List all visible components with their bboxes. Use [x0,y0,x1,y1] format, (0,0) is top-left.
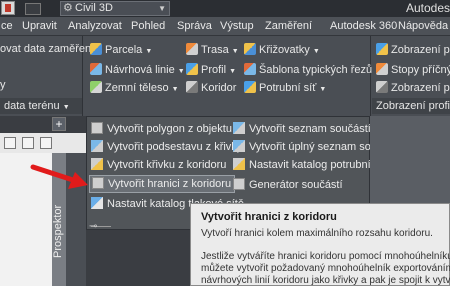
tab-upravit[interactable]: Upravit [22,20,57,32]
gear-icon: ⚙ [63,2,73,14]
section-view-button[interactable]: Zobrazení p [376,81,450,95]
tooltip-detail-line: návrhových linií koridoru jako křivky a … [201,275,450,286]
sablona-button[interactable]: Šablona typických řezů ▼ [244,63,382,78]
create-subassembly-from-polyline[interactable]: Vytvořit podsestavu z křivky [91,140,242,154]
workspace-label: Civil 3D [75,2,113,14]
intersection-icon [244,43,256,55]
corridor-icon [186,81,198,93]
chevron-down-icon: ▼ [177,68,185,75]
command-tooltip: Vytvořit hranici z koridoru Vytvoří hran… [190,203,450,286]
pipe-catalog-icon [233,158,245,170]
tab-napoveda[interactable]: Nápověda [398,20,448,32]
quick-access-icon[interactable] [25,3,41,15]
chevron-down-icon: ▼ [62,104,70,111]
polyline-icon [91,158,103,170]
toolbar-icon[interactable] [4,137,16,149]
tooltip-detail-line: můžete vytvořit požadovaný mnohoúhelník … [201,263,450,274]
create-polygon-from-object[interactable]: Vytvořit polygon z objektu [91,122,232,136]
grading-icon [90,81,102,93]
pressure-catalog-icon [91,197,103,209]
tab-sprava[interactable]: Správa [177,20,212,32]
survey-data-button[interactable]: ovat data zaměření [0,43,94,56]
tab-analyzovat[interactable]: Analyzovat [68,20,122,32]
polygon-icon [91,122,103,134]
tooltip-detail-line: Jestliže vytváříte hranici koridoru pomo… [201,251,450,262]
part-builder[interactable]: Generátor součástí [233,178,343,192]
set-pipe-network-catalog[interactable]: Nastavit katalog potrubní sítě [233,158,391,172]
ribbon-col1-item[interactable]: y [0,79,6,92]
create-polyline-from-corridor[interactable]: Vytvořit křivku z koridoru [91,158,226,172]
profile-view-icon [376,43,388,55]
tooltip-title: Vytvořit hranici z koridoru [201,211,337,223]
tab-autodesk360[interactable]: Autodesk 360 [330,20,397,32]
chevron-down-icon: ▼ [312,48,320,55]
zemni-teleso-button[interactable]: Zemní těleso ▼ [90,81,179,96]
title-bar: ⚙ Civil 3D ▼ Autodes [0,0,450,17]
workspace-dropdown[interactable]: ⚙ Civil 3D ▼ [60,1,170,16]
boundary-icon [92,177,104,189]
create-parts-list[interactable]: Vytvořit seznam součástí sítě [233,122,392,136]
trasa-button[interactable]: Trasa ▼ [186,43,239,58]
subassembly-icon [91,140,103,152]
parcel-icon [90,43,102,55]
drawing-tab-strip [0,116,86,133]
panel-title-terrain[interactable]: data terénu ▼ [0,98,82,114]
app-title: Autodes [406,1,450,15]
tab-zamereni[interactable]: Zaměření [265,20,312,32]
full-parts-list-icon [233,140,245,152]
toolbar-icon[interactable] [22,137,34,149]
app-logo-icon[interactable] [1,1,15,15]
profile-icon [186,63,198,75]
chevron-down-icon: ▼ [231,48,239,55]
right-canvas-area [370,116,450,203]
part-builder-icon [233,178,245,190]
sample-line-icon [376,63,388,75]
toolspace-tree [0,153,52,286]
section-view-icon [376,81,388,93]
parcela-button[interactable]: Parcela ▼ [90,43,152,58]
tab-pohled[interactable]: Pohled [131,20,165,32]
toolbar-icon[interactable] [40,137,52,149]
krizovatky-button[interactable]: Křižovatky ▼ [244,43,320,58]
new-tab-button[interactable]: + [52,117,66,131]
chevron-down-icon: ▼ [145,48,153,55]
profil-button[interactable]: Profil ▼ [186,63,236,78]
assembly-icon [244,63,256,75]
potrubni-sit-button[interactable]: Potrubní síť ▼ [244,81,326,96]
koridor-button[interactable]: Koridor [186,81,236,95]
feature-line-icon [90,63,102,75]
ribbon-tab-bar: ce Upravit Analyzovat Pohled Správa Výst… [0,17,450,36]
tooltip-description: Vytvoří hranici kolem maximálního rozsah… [201,228,433,239]
parts-list-icon [233,122,245,134]
tab-vystup[interactable]: Výstup [220,20,254,32]
left-workspace: + Prospektor [0,116,86,286]
navrhova-linie-button[interactable]: Návrhová linie ▼ [90,63,185,78]
pin-icon[interactable]: ⊸ [89,221,97,232]
chevron-down-icon: ▼ [158,4,166,13]
profile-view-button[interactable]: Zobrazení p [376,43,450,57]
chevron-down-icon: ▼ [229,68,237,75]
chevron-down-icon: ▼ [319,86,327,93]
panel-title-profile-view[interactable]: Zobrazení profilu a [372,98,450,114]
civil3d-window: ⚙ Civil 3D ▼ Autodes ce Upravit Analyzov… [0,0,450,286]
tab-prospektor[interactable]: Prospektor [52,186,66,276]
chevron-down-icon: ▼ [171,86,179,93]
canvas-area [66,153,86,286]
create-boundary-from-corridor[interactable]: Vytvořit hranici z koridoru [89,175,236,193]
alignment-icon [186,43,198,55]
tab-ce[interactable]: ce [1,20,13,32]
sample-lines-button[interactable]: Stopy příčný [376,63,450,77]
pipe-network-icon [244,81,256,93]
